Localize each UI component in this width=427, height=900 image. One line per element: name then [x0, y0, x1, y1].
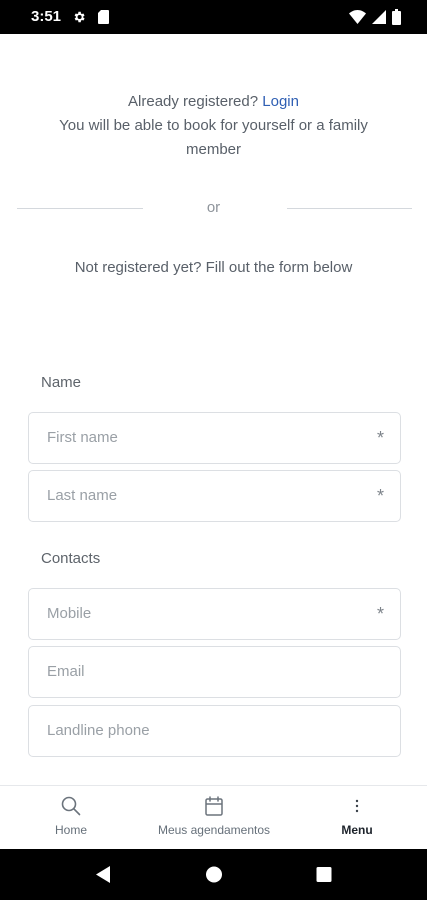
gear-icon: [74, 11, 85, 23]
already-registered-line: Already registered? Login: [0, 90, 427, 114]
recents-icon[interactable]: [315, 849, 333, 900]
email-placeholder: Email: [47, 663, 85, 680]
name-section-label: Name: [41, 374, 82, 391]
battery-icon: [392, 9, 401, 25]
first-name-field[interactable]: First name *: [28, 412, 401, 464]
landline-phone-field[interactable]: Landline phone: [28, 705, 401, 757]
required-mark: *: [376, 604, 384, 624]
search-icon: [61, 796, 81, 816]
back-icon[interactable]: [93, 849, 113, 900]
not-registered-text: Not registered yet? Fill out the form be…: [74, 259, 353, 276]
landline-phone-placeholder: Landline phone: [47, 722, 150, 739]
contacts-section-label: Contacts: [41, 550, 101, 567]
required-mark: *: [376, 428, 384, 448]
signal-icon: [372, 10, 386, 24]
email-field[interactable]: Email: [28, 646, 401, 698]
status-time: 3:51: [31, 8, 62, 25]
nav-home-label: Home: [54, 823, 87, 837]
wifi-icon: [349, 10, 366, 24]
book-text: You will be able to book for yourself or…: [59, 117, 368, 158]
nav-menu-label: Menu: [341, 823, 373, 837]
nav-appointments-label: Meus agendamentos: [157, 823, 271, 837]
intro-text: Already registered? Login You will be ab…: [0, 90, 427, 162]
mobile-placeholder: Mobile: [47, 605, 92, 622]
login-link[interactable]: Login: [262, 93, 299, 110]
last-name-placeholder: Last name: [47, 487, 118, 504]
status-bar: 3:51: [0, 0, 427, 34]
already-registered-text: Already registered?: [128, 93, 259, 110]
nav-home[interactable]: Home: [32, 786, 110, 850]
required-mark: *: [376, 486, 384, 506]
first-name-placeholder: First name: [47, 429, 118, 446]
divider-right: [287, 208, 412, 209]
more-vertical-icon: [355, 799, 359, 813]
bottom-nav: Home Meus agendamentos Menu: [0, 785, 427, 849]
mobile-field[interactable]: Mobile *: [28, 588, 401, 640]
registration-content[interactable]: Already registered? Login You will be ab…: [0, 34, 427, 785]
sd-card-icon: [98, 10, 109, 24]
calendar-icon: [205, 796, 223, 816]
home-circle-icon[interactable]: [204, 849, 224, 900]
nav-appointments[interactable]: Meus agendamentos: [144, 786, 284, 850]
last-name-field[interactable]: Last name *: [28, 470, 401, 522]
system-nav-bar: [0, 849, 427, 900]
nav-menu[interactable]: Menu: [322, 786, 392, 850]
